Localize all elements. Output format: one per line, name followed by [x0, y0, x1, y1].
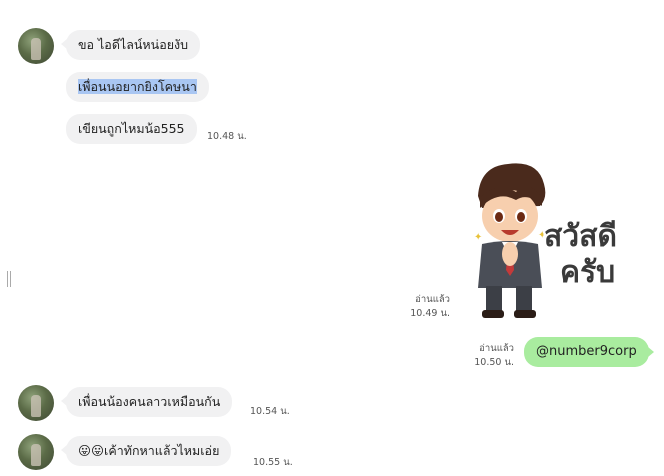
- message-text: เพื่อนน้องคนลาวเหมือนกัน: [78, 394, 221, 409]
- avatar[interactable]: [18, 385, 54, 421]
- message-bubble[interactable]: @number9corp: [524, 337, 654, 367]
- message-bubble[interactable]: เขียนถูกไหมน้อ555: [66, 114, 197, 144]
- message-text: เขียนถูกไหมน้อ555: [78, 121, 185, 136]
- message-timestamp: 10.50 น.: [474, 357, 514, 368]
- message-timestamp: 10.55 น.: [253, 457, 293, 468]
- message-text: เพื่อนนอยากยิงโคษนา: [78, 79, 197, 94]
- message-text: 😛😛เค้าทักหาแล้วไหมเอ่ย: [78, 443, 220, 458]
- avatar[interactable]: [18, 28, 54, 64]
- message-bubble[interactable]: 😛😛เค้าทักหาแล้วไหมเอ่ย: [60, 436, 232, 466]
- avatar[interactable]: [18, 434, 54, 470]
- sticker[interactable]: ✦ ✦ สวัสดี ครับ: [468, 158, 644, 326]
- message-timestamp: 10.49 น.: [410, 308, 450, 319]
- message-text: @number9corp: [536, 344, 637, 359]
- resize-handle[interactable]: [6, 271, 12, 287]
- message-bubble[interactable]: เพื่อนนอยากยิงโคษนา: [66, 72, 209, 102]
- chat-area: ขอ ไอดีไลน์หน่อยงับ เพื่อนนอยากยิงโคษนา …: [0, 0, 664, 476]
- sticker-text-line2: ครับ: [560, 255, 616, 290]
- svg-text:✦: ✦: [474, 232, 482, 243]
- message-bubble[interactable]: เพื่อนน้องคนลาวเหมือนกัน: [60, 387, 233, 417]
- read-status: อ่านแล้ว: [479, 343, 514, 354]
- message-timestamp: 10.54 น.: [250, 406, 290, 417]
- message-bubble[interactable]: ขอ ไอดีไลน์หน่อยงับ: [60, 30, 201, 60]
- read-status: อ่านแล้ว: [415, 294, 450, 305]
- message-timestamp: 10.48 น.: [207, 131, 247, 142]
- sticker-text-line1: สวัสดี: [544, 219, 617, 254]
- message-text: ขอ ไอดีไลน์หน่อยงับ: [78, 37, 189, 52]
